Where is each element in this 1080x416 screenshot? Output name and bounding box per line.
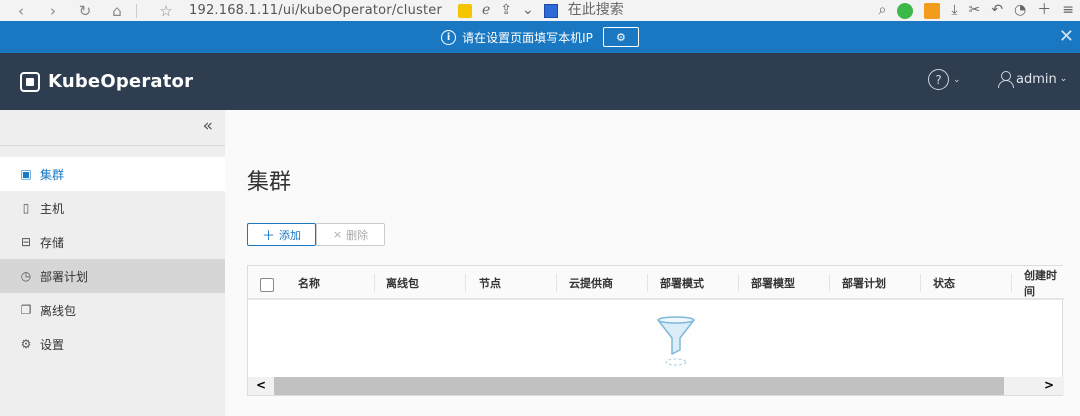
scroll-left-icon[interactable]: < <box>256 378 266 392</box>
sidebar-item-label: 部署计划 <box>40 269 89 284</box>
close-icon: × <box>332 228 343 241</box>
username: admin <box>1016 71 1057 87</box>
cluster-icon: ▣ <box>20 167 32 181</box>
plus-icon: ＋ <box>261 229 275 244</box>
settings-icon: ⚙ <box>20 337 32 351</box>
column-header[interactable]: 状态 <box>933 266 955 300</box>
column-divider <box>920 274 921 292</box>
delete-button-label: 删除 <box>346 228 369 242</box>
select-all-checkbox[interactable] <box>260 278 274 292</box>
sidebar-item-label: 设置 <box>40 337 65 352</box>
forward-icon[interactable]: › <box>42 2 64 20</box>
address-bar[interactable]: 192.168.1.11/ui/kubeOperator/cluster <box>189 3 442 18</box>
storage-icon: ⊟ <box>20 235 32 249</box>
close-icon[interactable]: ✕ <box>1059 26 1074 47</box>
host-icon: ▯ <box>22 201 30 215</box>
user-menu[interactable]: admin ⌄ <box>997 70 1067 88</box>
scrollbar-thumb[interactable] <box>274 377 1004 395</box>
column-header[interactable]: 部署计划 <box>842 266 886 300</box>
download-icon[interactable]: ⤓ <box>951 0 957 21</box>
chevron-down-icon[interactable]: ⌄ <box>953 75 961 85</box>
chevron-down-icon: ⌄ <box>1059 74 1068 84</box>
column-header[interactable]: 节点 <box>479 266 501 300</box>
sidebar: « ▣ 集群 ▯ 主机 ⊟ 存储 ◷ 部署计划 ❐ 离线包 ⚙ 设置 <box>0 110 225 416</box>
menu-icon[interactable]: ≡ <box>1062 0 1074 21</box>
search-box[interactable]: 在此搜索 <box>568 0 624 21</box>
plan-icon: ◷ <box>20 269 32 283</box>
game-extension-icon[interactable] <box>924 2 941 19</box>
column-divider <box>647 274 648 292</box>
gear-icon: ⚙ <box>615 30 626 44</box>
column-divider <box>374 274 375 292</box>
undo-icon[interactable]: ↶ <box>991 0 1003 21</box>
empty-filter-icon <box>657 316 695 366</box>
sidebar-divider <box>0 145 225 146</box>
history-icon[interactable]: ◔ <box>1014 0 1026 21</box>
search-icon[interactable]: ⌕ <box>879 0 887 21</box>
main-content: 集群 ＋ 添加 × 删除 名称 离线包 节点 云提供商 部署模式 部署模型 部署… <box>225 110 1080 416</box>
sidebar-item-offline-package[interactable]: ❐ 离线包 <box>0 293 225 327</box>
app-header: KubeOperator ? ⌄ admin ⌄ <box>0 53 1080 110</box>
column-header[interactable]: 部署模式 <box>660 266 704 300</box>
info-icon: i <box>441 29 457 45</box>
add-button-label: 添加 <box>279 228 301 242</box>
home-icon[interactable]: ⌂ <box>106 2 128 20</box>
user-icon <box>997 70 1014 88</box>
reload-icon[interactable]: ↻ <box>74 2 96 20</box>
notice-text: 请在设置页面填写本机IP <box>462 30 593 45</box>
scroll-right-icon[interactable]: > <box>1044 378 1054 392</box>
favorite-icon[interactable]: ☆ <box>155 2 177 20</box>
column-header[interactable]: 创建时间 <box>1024 266 1064 300</box>
column-divider <box>1011 274 1012 292</box>
browser-extensions: ℯ ⇪ ⌄ 在此搜索 <box>458 0 624 21</box>
add-button[interactable]: ＋ 添加 <box>247 223 316 246</box>
column-divider <box>556 274 557 292</box>
browser-toolbar: ‹ › ↻ ⌂ ☆ 192.168.1.11/ui/kubeOperator/c… <box>0 0 1080 21</box>
cluster-table: 名称 离线包 节点 云提供商 部署模式 部署模型 部署计划 状态 创建时间 < <box>247 265 1064 396</box>
brand-name[interactable]: KubeOperator <box>48 71 193 92</box>
column-header[interactable]: 离线包 <box>386 266 419 300</box>
sidebar-item-host[interactable]: ▯ 主机 <box>0 191 225 225</box>
back-icon[interactable]: ‹ <box>10 2 32 20</box>
column-divider <box>738 274 739 292</box>
collapse-sidebar-icon[interactable]: « <box>203 116 213 136</box>
table-header: 名称 离线包 节点 云提供商 部署模式 部署模型 部署计划 状态 创建时间 <box>248 266 1064 300</box>
package-icon: ❐ <box>20 303 32 317</box>
browser-actions: ⌕ ⤓ ✂ ↶ ◔ ＋ ≡ <box>879 0 1074 21</box>
new-tab-icon[interactable]: ＋ <box>1037 0 1051 21</box>
ie-mode-icon[interactable]: ℯ <box>482 0 490 21</box>
logo-icon <box>20 71 40 92</box>
notice-bar: i 请在设置页面填写本机IP ⚙ ✕ <box>0 21 1080 53</box>
screenshot-icon[interactable]: ✂ <box>969 0 981 21</box>
sidebar-item-settings[interactable]: ⚙ 设置 <box>0 327 225 361</box>
page-title: 集群 <box>247 170 292 195</box>
delete-button[interactable]: × 删除 <box>316 223 385 246</box>
sidebar-item-label: 主机 <box>40 201 65 216</box>
sidebar-item-label: 集群 <box>40 167 65 182</box>
share-icon[interactable]: ⇪ <box>500 0 512 21</box>
search-engine-icon[interactable] <box>543 3 558 18</box>
notice-settings-button[interactable]: ⚙ <box>602 27 639 47</box>
sidebar-item-label: 存储 <box>40 235 65 250</box>
sidebar-item-cluster[interactable]: ▣ 集群 <box>0 157 225 191</box>
chevron-down-icon[interactable]: ⌄ <box>522 0 534 21</box>
sidebar-item-storage[interactable]: ⊟ 存储 <box>0 225 225 259</box>
toolbar-divider <box>136 3 137 18</box>
question-circle-icon[interactable]: ? <box>928 69 949 90</box>
horizontal-scrollbar[interactable]: < > <box>248 377 1064 395</box>
column-divider <box>465 274 466 292</box>
column-divider <box>829 274 830 292</box>
column-header[interactable]: 名称 <box>298 266 320 300</box>
sidebar-item-label: 离线包 <box>40 303 77 318</box>
sidebar-item-deploy-plan[interactable]: ◷ 部署计划 <box>0 259 225 293</box>
security-extension-icon[interactable] <box>897 2 914 19</box>
reader-icon[interactable] <box>458 3 472 18</box>
column-header[interactable]: 部署模型 <box>751 266 795 300</box>
column-header[interactable]: 云提供商 <box>569 266 613 300</box>
